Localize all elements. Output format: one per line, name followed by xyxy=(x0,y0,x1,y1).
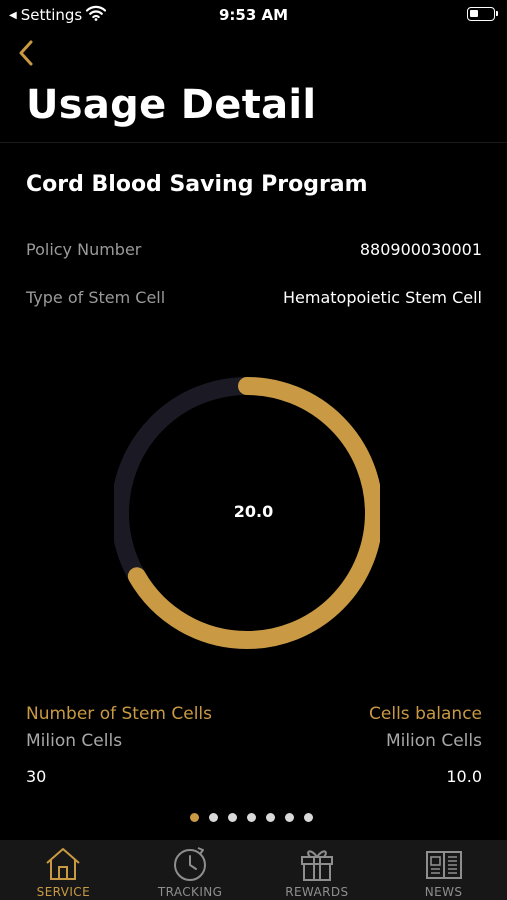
policy-number-value: 880900030001 xyxy=(359,240,482,259)
page-dot[interactable] xyxy=(247,813,256,822)
page-dot[interactable] xyxy=(190,813,199,822)
tab-tracking[interactable]: TRACKING xyxy=(127,840,254,900)
back-button[interactable] xyxy=(12,36,40,70)
program-title: Cord Blood Saving Program xyxy=(26,172,368,197)
news-icon xyxy=(425,851,462,879)
clock-icon xyxy=(174,847,207,881)
tab-rewards[interactable]: REWARDS xyxy=(254,840,381,900)
tab-rewards-label: REWARDS xyxy=(285,885,349,899)
cells-balance-title: Cells balance xyxy=(369,704,482,724)
home-icon xyxy=(46,848,81,880)
tab-service-label: SERVICE xyxy=(36,885,91,899)
stem-cells-title: Number of Stem Cells xyxy=(26,704,212,724)
tab-service[interactable]: SERVICE xyxy=(0,840,127,900)
header-divider xyxy=(0,142,507,143)
policy-number-label: Policy Number xyxy=(26,240,142,259)
page-dot[interactable] xyxy=(266,813,275,822)
stem-cells-stat: Number of Stem Cells Milion Cells 30 xyxy=(26,704,212,786)
stem-cell-type-row: Type of Stem Cell Hematopoietic Stem Cel… xyxy=(26,288,482,307)
stem-cells-value: 30 xyxy=(26,767,47,786)
policy-number-row: Policy Number 880900030001 xyxy=(26,240,482,259)
status-bar: ◀ Settings 9:53 AM xyxy=(0,0,507,30)
chevron-left-icon xyxy=(19,40,33,66)
stem-cell-type-value: Hematopoietic Stem Cell xyxy=(282,288,482,307)
cells-balance-value: 10.0 xyxy=(446,767,482,786)
donut-center-value: 20.0 xyxy=(233,502,274,521)
battery-icon xyxy=(467,7,498,21)
page-dot[interactable] xyxy=(209,813,218,822)
page-dot[interactable] xyxy=(304,813,313,822)
cells-balance-stat: Cells balance Milion Cells 10.0 xyxy=(369,704,482,786)
gift-icon xyxy=(300,850,333,881)
page-dot[interactable] xyxy=(228,813,237,822)
tab-news-label: NEWS xyxy=(424,885,463,899)
page-indicator[interactable] xyxy=(190,813,313,822)
stem-cell-type-label: Type of Stem Cell xyxy=(26,288,166,307)
tab-news[interactable]: NEWS xyxy=(380,840,507,900)
page-title: Usage Detail xyxy=(26,82,317,128)
cells-balance-unit: Milion Cells xyxy=(385,731,482,751)
status-time: 9:53 AM xyxy=(218,6,289,24)
bottom-tab-bar: SERVICE TRACKING REWARDS NEWS xyxy=(0,840,507,900)
stem-cells-unit: Milion Cells xyxy=(26,731,123,751)
page-dot[interactable] xyxy=(285,813,294,822)
tab-tracking-label: TRACKING xyxy=(157,885,223,899)
